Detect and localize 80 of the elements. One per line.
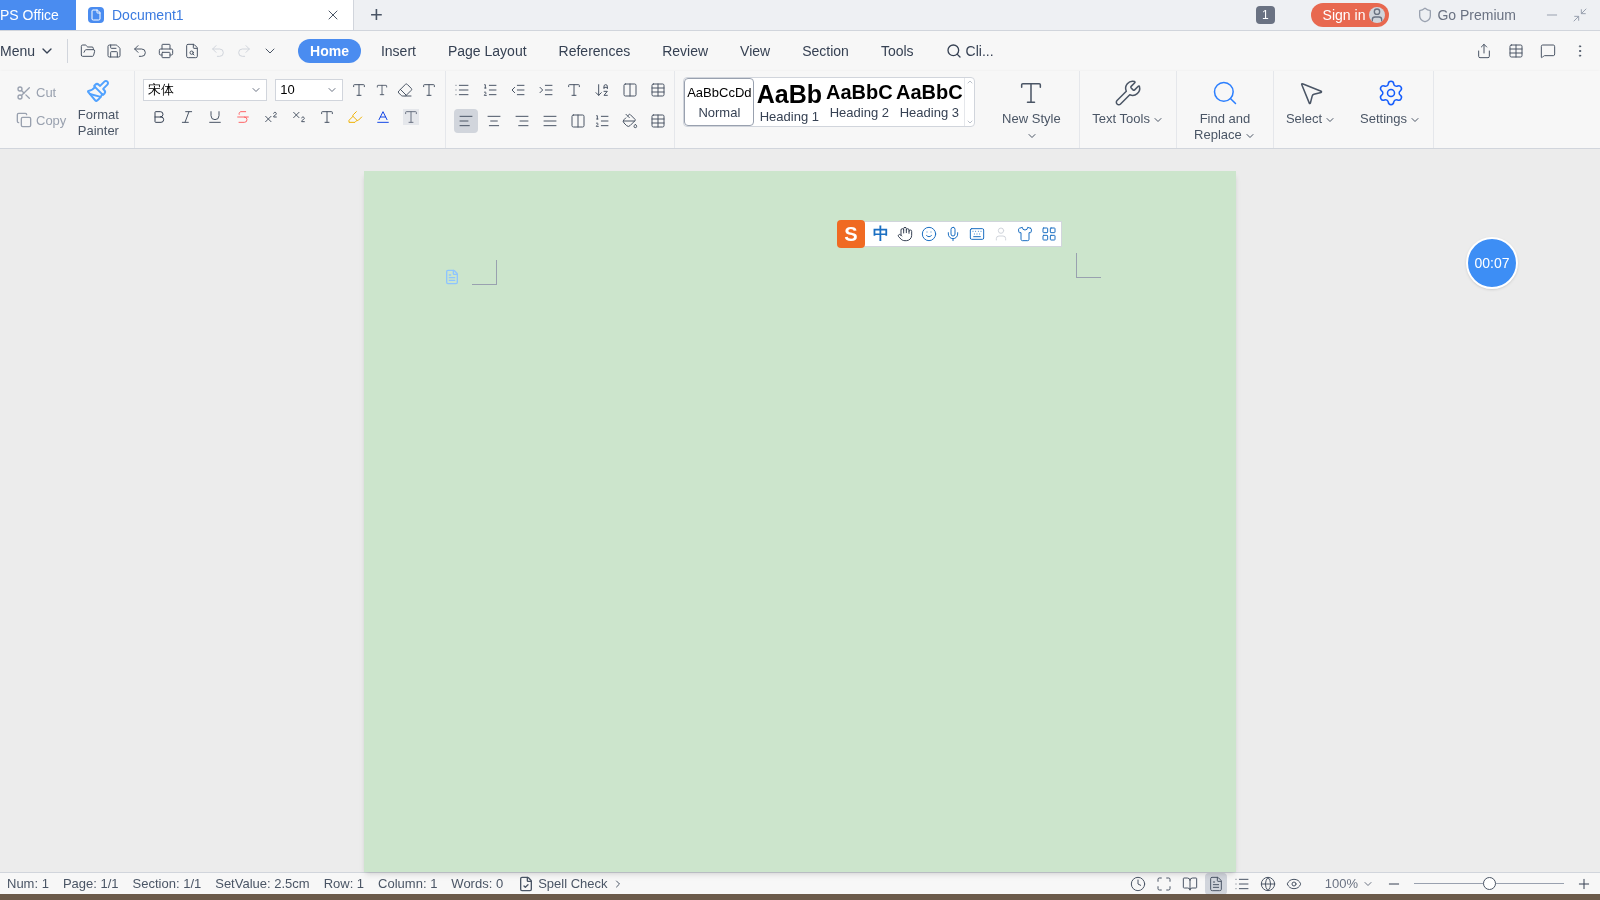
mic-icon[interactable] bbox=[945, 226, 961, 242]
tool-button[interactable]: Select bbox=[1285, 79, 1337, 148]
folder-icon[interactable] bbox=[80, 43, 97, 59]
ribbon-tab[interactable]: Review bbox=[650, 39, 721, 63]
tool-button[interactable]: Text Tools bbox=[1092, 79, 1164, 148]
tool-button[interactable]: New Style bbox=[995, 79, 1068, 148]
shirt-icon[interactable] bbox=[1017, 226, 1033, 242]
tool-button[interactable]: Find and Replace bbox=[1188, 79, 1261, 148]
shading-icon[interactable] bbox=[622, 113, 639, 129]
status-item: Words: 0 bbox=[450, 874, 505, 893]
outdent-icon[interactable] bbox=[510, 82, 527, 98]
ime-mode-toggle[interactable]: 中 bbox=[873, 222, 889, 246]
search-command-button[interactable]: Cli... bbox=[945, 40, 994, 62]
comment-icon[interactable] bbox=[1540, 43, 1556, 59]
preview-icon[interactable] bbox=[184, 43, 201, 59]
page-icon[interactable] bbox=[1204, 872, 1227, 895]
font-name-field[interactable]: 宋体 bbox=[143, 79, 268, 101]
align-left-icon[interactable] bbox=[454, 109, 479, 133]
style-preset[interactable]: AaBbC Heading 3 bbox=[894, 78, 965, 126]
table-icon[interactable] bbox=[650, 82, 667, 98]
new-tab-button[interactable]: + bbox=[354, 0, 399, 30]
columns-icon[interactable] bbox=[622, 82, 639, 98]
scissors-icon bbox=[16, 84, 32, 101]
status-item: Column: 1 bbox=[377, 874, 439, 893]
word-doc-icon bbox=[88, 7, 104, 23]
style-preset[interactable]: AaBb Heading 1 bbox=[754, 78, 825, 126]
status-item: Num: 1 bbox=[6, 874, 50, 893]
indent-icon[interactable] bbox=[538, 82, 555, 98]
superscript-icon[interactable] bbox=[263, 109, 280, 125]
margin-corner bbox=[1076, 253, 1101, 278]
hand-cursor-icon[interactable] bbox=[897, 226, 913, 242]
menu-button[interactable]: Menu bbox=[0, 40, 64, 62]
keyboard-icon[interactable] bbox=[969, 226, 985, 242]
go-premium-link[interactable]: Go Premium bbox=[1437, 4, 1516, 26]
document-page[interactable]: S 中 bbox=[364, 171, 1236, 872]
copy-icon bbox=[16, 112, 32, 129]
status-item: Page: 1/1 bbox=[61, 874, 120, 893]
zoom-level[interactable]: 100% bbox=[1324, 873, 1358, 894]
borders-icon[interactable] bbox=[650, 113, 667, 129]
ribbon-tab[interactable]: Page Layout bbox=[435, 39, 539, 63]
font-size-field[interactable]: 10 bbox=[275, 79, 344, 101]
eraser-icon[interactable] bbox=[397, 82, 414, 98]
status-item: Section: 1/1 bbox=[131, 874, 203, 893]
share-icon[interactable] bbox=[1476, 43, 1492, 59]
ribbon-tab[interactable]: View bbox=[728, 39, 783, 63]
numbering-icon[interactable] bbox=[482, 82, 499, 98]
status-item: Row: 1 bbox=[322, 874, 366, 893]
avatar-icon bbox=[1369, 7, 1386, 23]
status-item: SetValue: 2.5cm bbox=[214, 874, 311, 893]
spell-check-button[interactable]: Spell Check bbox=[510, 873, 632, 894]
print-icon[interactable] bbox=[158, 43, 175, 59]
ribbon-tab[interactable]: References bbox=[546, 39, 643, 63]
timer-badge: 00:07 bbox=[1466, 237, 1518, 289]
ribbon-tab[interactable]: Section bbox=[790, 39, 861, 63]
zoom-slider[interactable] bbox=[1414, 876, 1564, 891]
style-preset[interactable]: AaBbCcDd Normal bbox=[684, 78, 755, 126]
scroll-down-icon bbox=[965, 118, 974, 126]
zoom-thumb[interactable] bbox=[1483, 877, 1496, 890]
window-count-badge[interactable]: 1 bbox=[1255, 6, 1275, 24]
document-tab[interactable]: Document1 bbox=[76, 0, 354, 30]
wrench-icon bbox=[1114, 79, 1143, 107]
subscript-icon[interactable] bbox=[291, 109, 308, 125]
ribbon-tab[interactable]: Insert bbox=[368, 39, 428, 63]
spell-check-icon bbox=[518, 875, 535, 892]
search-icon bbox=[945, 43, 962, 59]
style-preset[interactable]: AaBbC Heading 2 bbox=[824, 78, 895, 126]
scroll-up-icon bbox=[965, 78, 974, 86]
sort-icon[interactable] bbox=[594, 82, 611, 98]
bullets-icon[interactable] bbox=[454, 82, 471, 98]
underline-icon[interactable] bbox=[207, 109, 224, 125]
save-icon[interactable] bbox=[106, 43, 123, 59]
paintbrush-icon bbox=[86, 79, 111, 103]
tab-title: Document1 bbox=[112, 5, 185, 25]
tool-button[interactable]: Settings bbox=[1360, 79, 1422, 148]
emoji-icon[interactable] bbox=[921, 226, 937, 242]
margin-corner bbox=[472, 260, 497, 285]
font-color-icon[interactable] bbox=[375, 109, 392, 125]
grid-icon[interactable] bbox=[1041, 226, 1057, 242]
ribbon-tab[interactable]: Tools bbox=[868, 39, 926, 63]
format-painter-button[interactable]: Format Painter bbox=[74, 79, 123, 140]
